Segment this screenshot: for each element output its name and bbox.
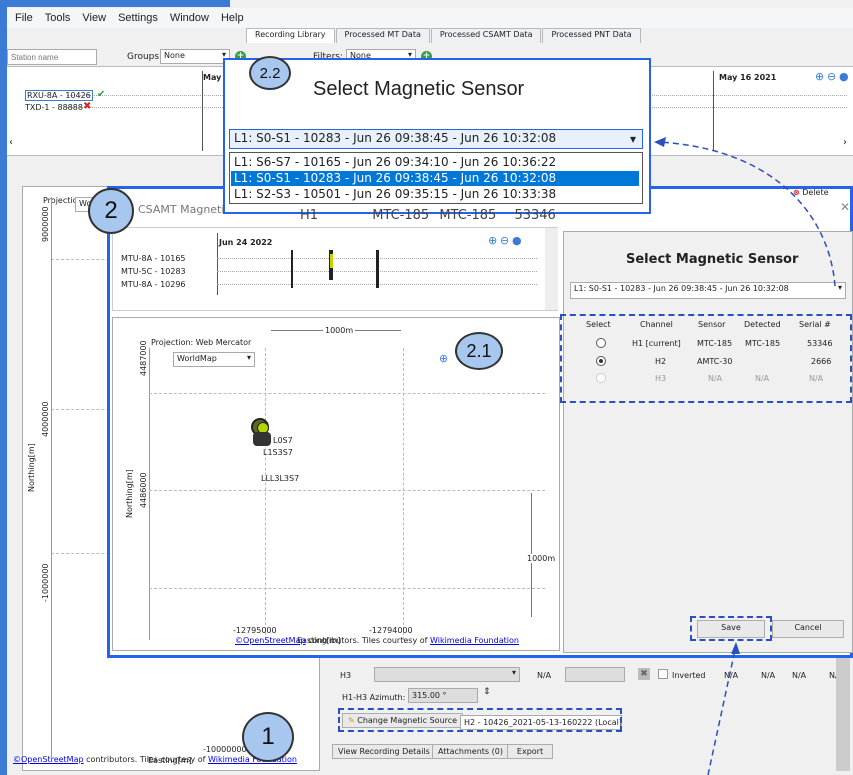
delete-button[interactable]: ⊗ Delete	[788, 186, 834, 199]
header-serial: 53346	[514, 208, 556, 223]
arrowhead-icon	[654, 137, 666, 147]
header-h1: H1	[300, 208, 319, 223]
arrowhead-icon	[731, 642, 740, 654]
delete-label: Delete	[802, 188, 829, 197]
header-detected: MTC-185	[439, 208, 497, 223]
connector-arrows	[654, 137, 836, 775]
header-sensor: MTC-185	[372, 208, 430, 223]
channel-header-row: H1 MTC-185 MTC-185 53346	[300, 208, 556, 223]
connector-arrow-sensor	[659, 141, 836, 287]
delete-icon: ⊗	[793, 188, 800, 197]
connector-arrow-save	[707, 649, 736, 775]
